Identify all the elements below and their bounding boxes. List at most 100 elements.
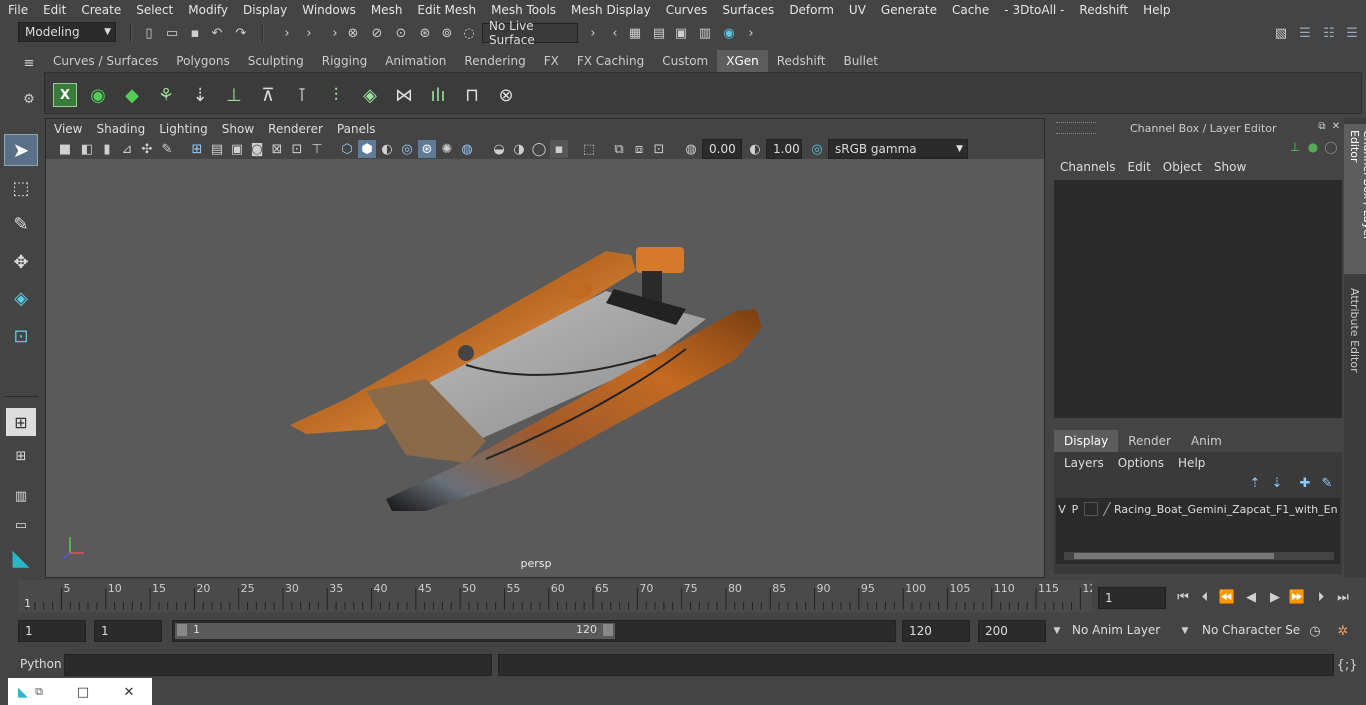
layer-row[interactable]: V P ╱ Racing_Boat_Gemini_Zapcat_F1_with_… [1056,500,1340,518]
play-backwards-icon[interactable]: ◀ [1242,588,1260,606]
outliner-view-icon[interactable]: ▥ [6,484,36,508]
channel-circle-icon[interactable]: ◯ [1322,138,1340,156]
xgen-place-guide-icon[interactable]: ⇣ [187,83,213,107]
camera-attr-icon[interactable]: ◧ [78,140,96,158]
safe-action-icon[interactable]: ⊡ [288,140,306,158]
layer-type-toggle[interactable] [1084,502,1098,516]
shadows-icon[interactable]: ✺ [438,140,456,158]
xray-components-icon[interactable]: ⧈ [630,140,648,158]
chevron-down-icon[interactable]: ▼ [1176,622,1194,640]
channel-box-icon[interactable]: ☰ [1343,24,1361,42]
rotate-tool-icon[interactable]: ◈ [4,282,38,314]
grid-icon[interactable]: ⊞ [188,140,206,158]
chevron-down-icon[interactable]: ▼ [1048,622,1066,640]
tab-redshift[interactable]: Redshift [768,50,835,72]
tab-anim[interactable]: Anim [1181,430,1232,452]
step-back-icon[interactable]: ⏴ [1196,588,1214,606]
xgen-groom-icon[interactable]: ◈ [357,83,383,107]
menu-deform[interactable]: Deform [781,3,841,17]
tab-polygons[interactable]: Polygons [167,50,238,72]
tab-curves-surfaces[interactable]: Curves / Surfaces [44,50,167,72]
arrow-right-icon[interactable]: › [278,24,296,42]
xray-joints-icon[interactable]: ⧉ [610,140,628,158]
move-layer-up-icon[interactable]: ⇡ [1246,474,1264,492]
menu-cache[interactable]: Cache [944,3,996,17]
tab-sculpting[interactable]: Sculpting [239,50,313,72]
go-to-start-icon[interactable]: ⏮ [1174,588,1192,606]
snap-projected-icon[interactable]: ⊛ [416,24,434,42]
auto-key-icon[interactable]: ◷ [1306,622,1324,640]
render-frame-icon[interactable]: ▦ [626,24,644,42]
textured-icon[interactable]: ◎ [398,140,416,158]
menu-modify[interactable]: Modify [180,3,235,17]
menu-show[interactable]: Show [1214,160,1258,174]
anti-aliasing-icon[interactable]: ◑ [510,140,528,158]
axis-icon[interactable]: ⊥ [1286,138,1304,156]
new-layer-selected-icon[interactable]: ✎ [1318,474,1336,492]
move-layer-down-icon[interactable]: ⇣ [1268,474,1286,492]
xgen-preview-icon[interactable]: ◉ [85,83,111,107]
snap-point-icon[interactable]: ⊙ [392,24,410,42]
smooth-shade-icon[interactable]: ⬢ [358,140,376,158]
maximize-icon[interactable]: □ [74,683,92,701]
menu-file[interactable]: File [0,3,35,17]
menu-select[interactable]: Select [128,3,180,17]
use-all-lights-icon[interactable]: ⊛ [418,140,436,158]
menu-display[interactable]: Display [235,3,294,17]
preferences-icon[interactable]: ✲ [1334,622,1352,640]
save-scene-icon[interactable]: ▪ [186,24,204,42]
layer-color-icon[interactable]: ╱ [1100,502,1114,516]
menu-layer-help[interactable]: Help [1178,456,1219,470]
snap-live-icon[interactable]: ◌ [460,24,478,42]
tab-channel-box-vertical[interactable]: Channel Box / Layer Editor [1344,124,1366,274]
colorspace-select[interactable]: sRGB gamma ▼ [828,139,968,159]
play-forwards-icon[interactable]: ▶ [1266,588,1284,606]
range-handle-end[interactable] [603,624,613,636]
lasso-tool-icon[interactable]: ⬚ [4,172,38,204]
menu-edit-mesh[interactable]: Edit Mesh [409,3,483,17]
render-settings-icon[interactable]: ▥ [696,24,714,42]
render-sequence-icon[interactable]: ▤ [650,24,668,42]
exposure-field[interactable]: 0.00 [702,139,742,159]
menu-redshift[interactable]: Redshift [1071,3,1135,17]
xgen-delete-icon[interactable]: ⊗ [493,83,519,107]
select-tool-icon[interactable]: ➤ [4,134,38,166]
menu-layers[interactable]: Layers [1064,456,1118,470]
xgen-curves-icon[interactable]: ⊓ [459,83,485,107]
scale-tool-icon[interactable]: ⊡ [4,320,38,352]
bookmark-icon[interactable]: ▮ [98,140,116,158]
arrow-right-icon[interactable]: › [300,24,318,42]
close-icon[interactable]: ✕ [1330,120,1342,132]
channel-list[interactable] [1054,180,1342,418]
ipr-icon[interactable]: ▣ [672,24,690,42]
xgen-guides-icon[interactable]: ⫶ [323,83,349,107]
xgen-splines-icon[interactable]: ılı [425,83,451,107]
film-gate-icon[interactable]: ▤ [208,140,226,158]
tab-bullet[interactable]: Bullet [834,50,887,72]
menu-uv[interactable]: UV [841,3,873,17]
channel-circle-icon[interactable]: ● [1304,138,1322,156]
vp-menu-lighting[interactable]: Lighting [151,122,214,136]
step-forward-icon[interactable]: ⏵ [1312,588,1330,606]
vp-menu-renderer[interactable]: Renderer [260,122,329,136]
gate-mask-icon[interactable]: ◙ [248,140,266,158]
safe-title-icon[interactable]: ⊤ [308,140,326,158]
step-back-key-icon[interactable]: ⏪ [1218,588,1236,606]
field-chart-icon[interactable]: ⊠ [268,140,286,158]
menu-3dtoall[interactable]: - 3DtoAll - [996,3,1071,17]
time-slider[interactable]: 5 10 15 20 25 30 35 40 45 50 55 60 65 70 75 80 85 90 95 100… [18,580,1096,612]
panel-grip[interactable] [1056,122,1096,134]
range-bar[interactable]: 1 120 [172,620,896,642]
tab-attribute-editor-vertical[interactable]: Attribute Editor [1344,282,1366,382]
snap-grid-icon[interactable]: ⊗ [344,24,362,42]
modeling-toolkit-icon[interactable]: ▧ [1272,24,1290,42]
arrow-right-icon[interactable]: › [584,24,602,42]
menu-mesh-tools[interactable]: Mesh Tools [483,3,563,17]
2d-pan-icon[interactable]: ✣ [138,140,156,158]
layout-view-icon[interactable]: ▭ [6,516,36,534]
arrow-right-icon[interactable]: › [742,24,760,42]
vp-menu-shading[interactable]: Shading [88,122,151,136]
resolution-gate-icon[interactable]: ▣ [228,140,246,158]
move-tool-icon[interactable]: ✥ [4,246,38,278]
shelf-menu-icon[interactable]: ≡ [20,54,38,72]
